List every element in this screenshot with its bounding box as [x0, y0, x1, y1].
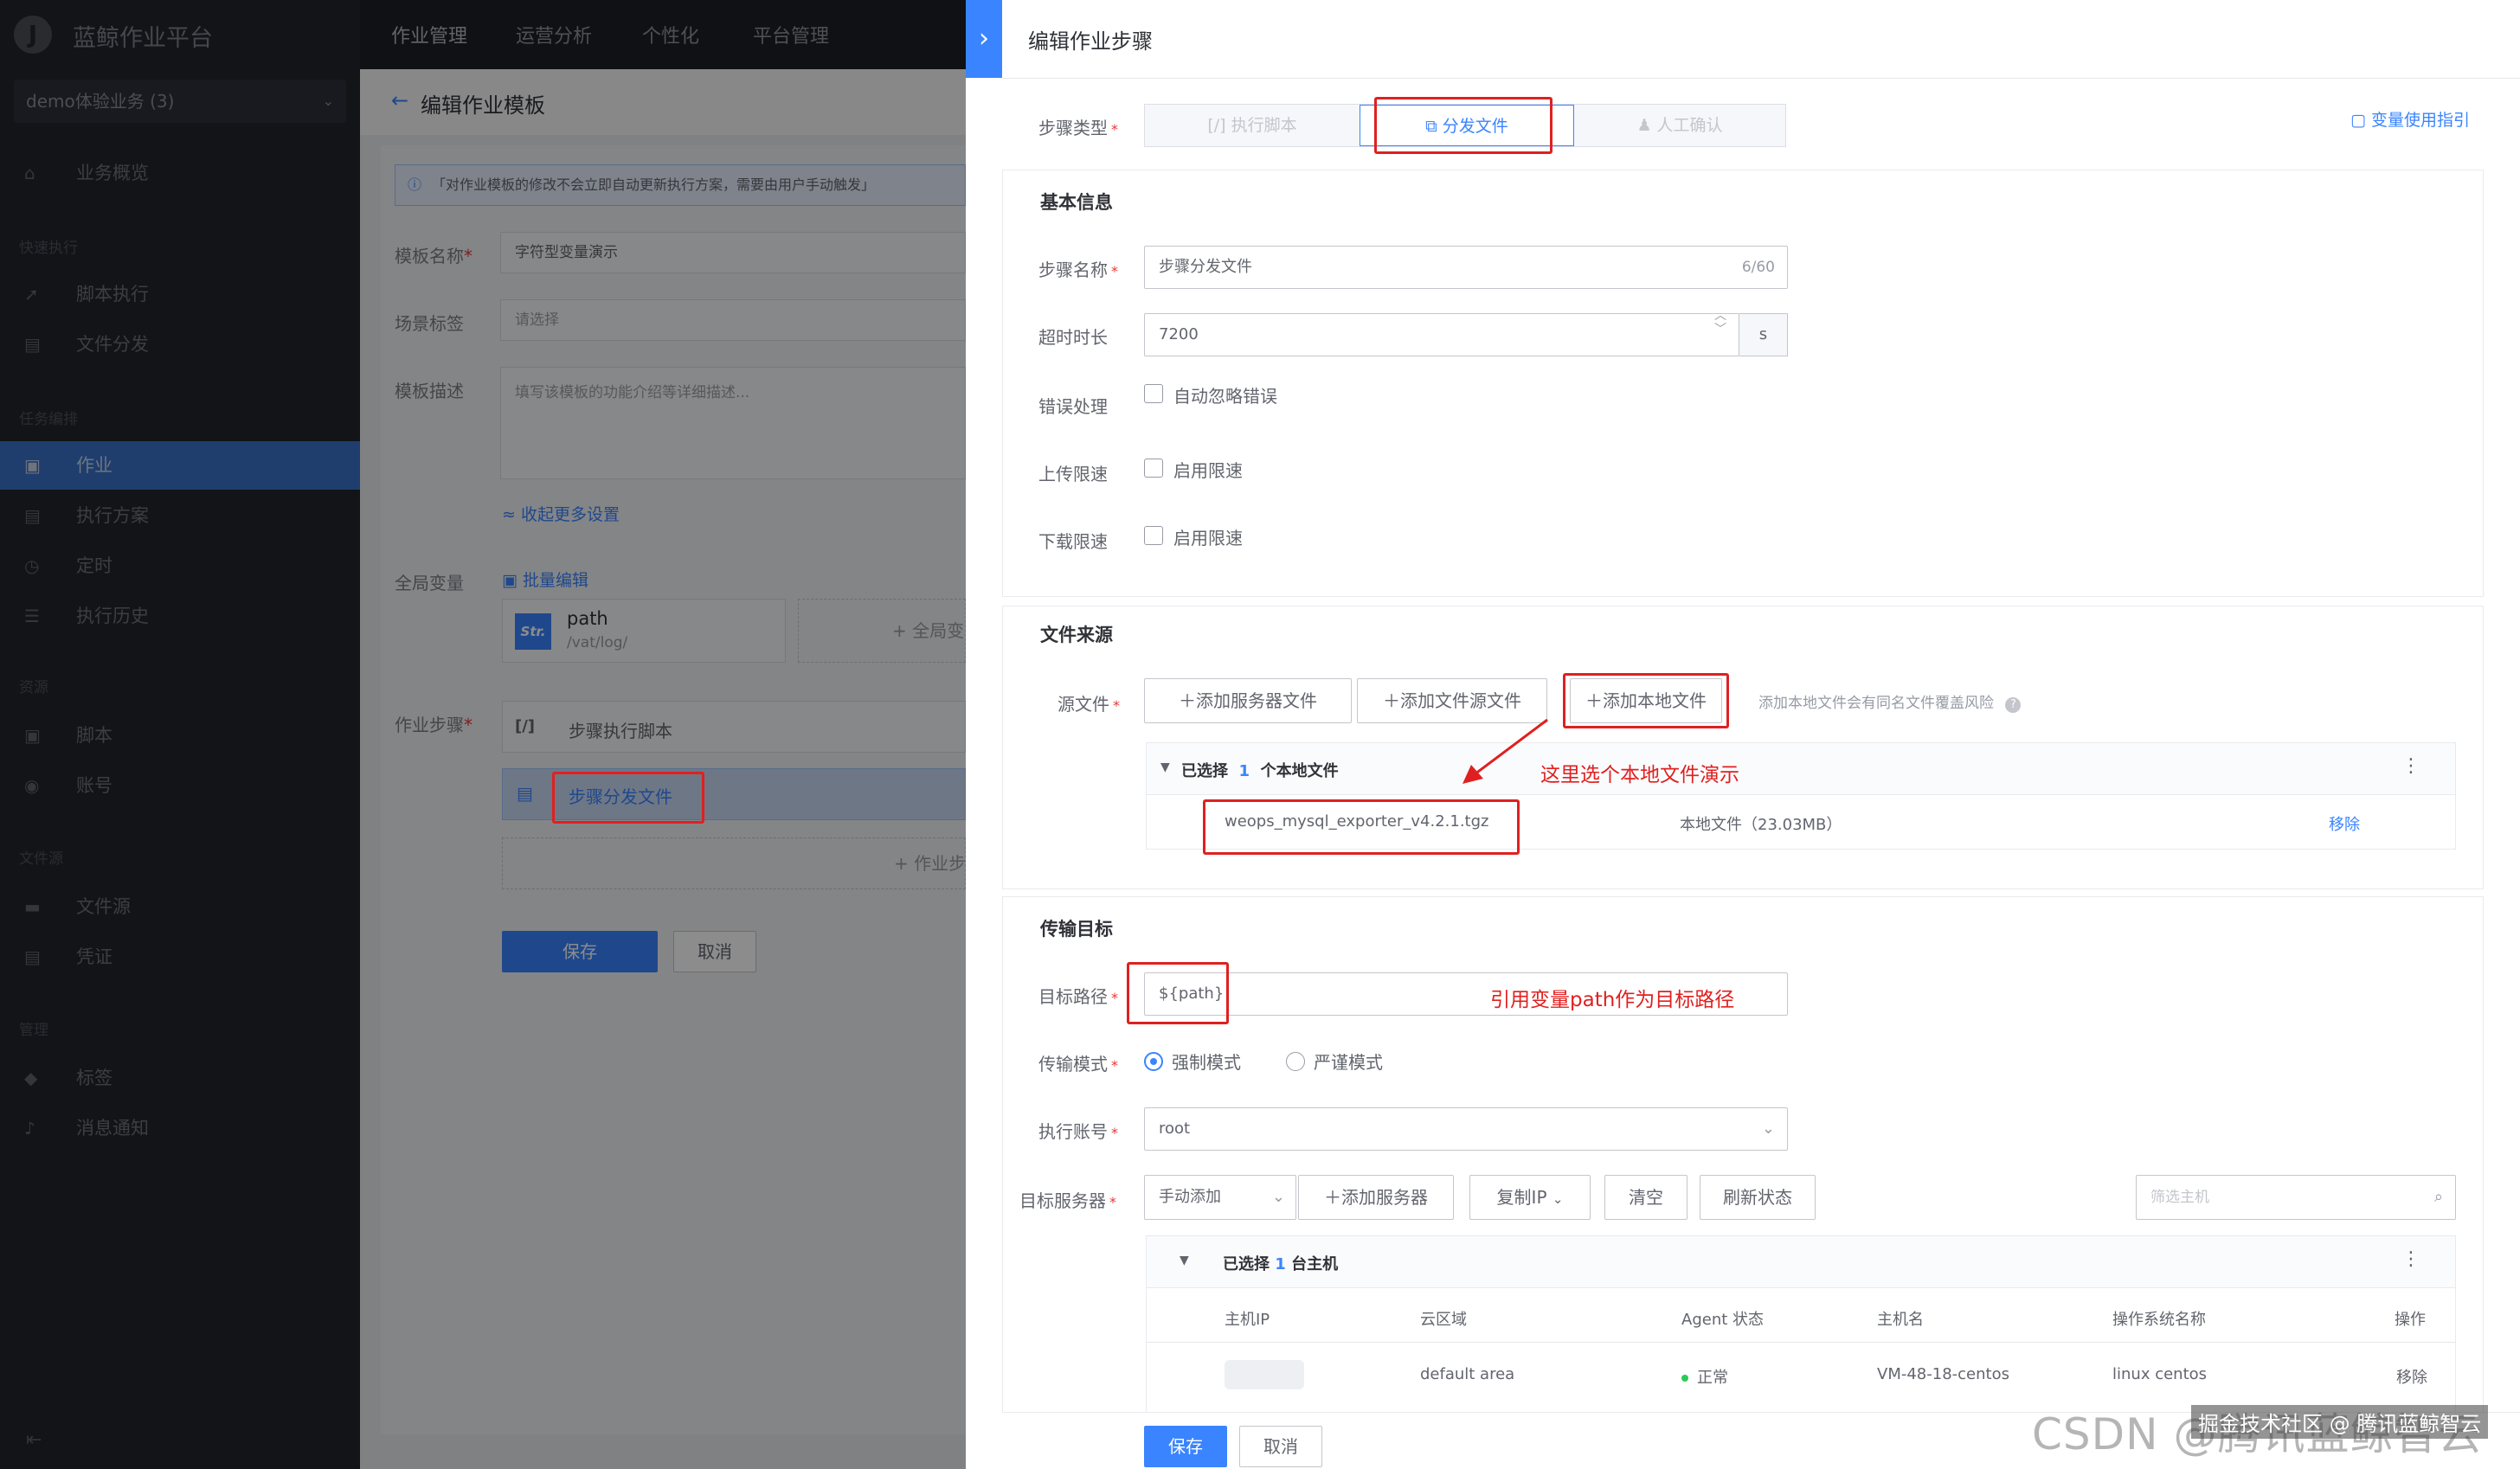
host-selected-summary: 已选择 1 台主机 — [1223, 1255, 1339, 1273]
watermark-secondary: 掘金技术社区 @ 腾讯蓝鲸智云 — [2191, 1405, 2489, 1439]
step-type-label: 步骤类型 * — [1038, 118, 1118, 138]
more-vertical-icon[interactable]: ⋮ — [2401, 1248, 2420, 1270]
mode-force-radio[interactable] — [1144, 1052, 1163, 1071]
host-table: ▼ 已选择 1 台主机 ⋮ 主机IP 云区域 Agent 状态 主机名 操作系统… — [1146, 1235, 2456, 1417]
host-name: VM-48-18-centos — [1877, 1365, 2009, 1383]
timeout-label: 超时时长 — [1038, 327, 1108, 348]
plus-icon: ＋ — [1179, 690, 1196, 711]
selected-summary: 已选择 1 个本地文件 — [1181, 762, 1339, 780]
chevron-right-icon: › — [979, 23, 989, 54]
exec-account-label: 执行账号 * — [1038, 1121, 1118, 1142]
step-cancel-button[interactable]: 取消 — [1239, 1426, 1322, 1467]
char-counter: 6/60 — [1741, 259, 1775, 276]
file-source-title: 文件来源 — [1040, 625, 1113, 645]
timeout-value: 7200 — [1159, 325, 1199, 343]
chevron-down-icon: ⌄ — [1552, 1191, 1564, 1207]
host-os: linux centos — [2112, 1365, 2208, 1383]
copy-ip-button[interactable]: 复制IP ⌄ — [1469, 1175, 1591, 1220]
add-server-file-button[interactable]: ＋添加服务器文件 — [1144, 678, 1352, 723]
remove-file-link[interactable]: 移除 — [2329, 812, 2360, 835]
caret-down-icon: ▼ — [1180, 1254, 1189, 1267]
more-vertical-icon[interactable]: ⋮ — [2401, 755, 2420, 777]
annotation-arrow-1 — [1470, 718, 1548, 779]
manual-add-value: 手动添加 — [1159, 1188, 1221, 1206]
host-table-header[interactable]: ▼ 已选择 1 台主机 ⋮ — [1147, 1236, 2455, 1288]
chevron-down-icon: ⌄ — [1271, 1188, 1285, 1206]
manual-add-select[interactable]: 手动添加 ⌄ — [1144, 1175, 1296, 1220]
col-cloud-area: 云区域 — [1420, 1311, 1467, 1329]
mode-strict-text: 严谨模式 — [1314, 1052, 1383, 1073]
modal-overlay[interactable] — [0, 0, 966, 1469]
upload-limit-checkbox[interactable] — [1144, 459, 1163, 478]
transfer-mode-label: 传输模式 * — [1038, 1054, 1118, 1074]
timeout-input[interactable]: 7200 ︿ ﹀ — [1144, 309, 1739, 356]
mode-force-text: 强制模式 — [1172, 1052, 1241, 1073]
host-ip-blurred — [1225, 1360, 1304, 1389]
step-type-manual[interactable]: ♟ 人工确认 — [1574, 105, 1785, 146]
divider — [1002, 78, 2520, 79]
close-panel-button[interactable]: › — [966, 0, 1002, 78]
annotation-text-2: 引用变量path作为目标路径 — [1490, 989, 1735, 1011]
target-path-label: 目标路径 * — [1038, 986, 1118, 1007]
filter-host-input[interactable]: 筛选主机 ⌕ — [2136, 1175, 2456, 1220]
refresh-status-button[interactable]: 刷新状态 — [1700, 1175, 1816, 1220]
download-limit-text: 启用限速 — [1173, 528, 1243, 548]
stepper-icon[interactable]: ︿ ﹀ — [1714, 309, 1726, 337]
host-cloud: default area — [1420, 1365, 1515, 1383]
upload-limit-label: 上传限速 — [1038, 464, 1108, 484]
plus-icon: ＋ — [1383, 690, 1400, 711]
col-hostname: 主机名 — [1877, 1311, 1924, 1329]
ignore-error-text: 自动忽略错误 — [1173, 386, 1277, 407]
step-name-value: 步骤分发文件 — [1159, 258, 1252, 276]
ignore-error-checkbox[interactable] — [1144, 384, 1163, 403]
plus-icon: ＋ — [1324, 1187, 1341, 1208]
step-name-input[interactable]: 步骤分发文件 6/60 — [1144, 246, 1788, 289]
annotation-box-step-type — [1374, 97, 1552, 154]
col-agent-status: Agent 状态 — [1681, 1311, 1765, 1329]
col-host-ip: 主机IP — [1225, 1311, 1270, 1329]
transfer-target-title: 传输目标 — [1040, 919, 1113, 940]
target-servers-label: 目标服务器 * — [1019, 1190, 1116, 1211]
error-handling-label: 错误处理 — [1038, 396, 1108, 417]
col-action: 操作 — [2395, 1311, 2426, 1329]
exec-account-select[interactable]: root ⌄ — [1144, 1107, 1788, 1151]
panel-title: 编辑作业步骤 — [1028, 29, 1153, 54]
var-guide-link[interactable]: ▢ 变量使用指引 — [2350, 107, 2470, 131]
arrow-head-1 — [1462, 765, 1483, 784]
search-icon: ⌕ — [2433, 1188, 2443, 1206]
book-icon: ▢ — [2350, 111, 2366, 130]
timeout-unit: s — [1739, 313, 1788, 356]
filter-placeholder: 筛选主机 — [2150, 1189, 2209, 1206]
status-dot-icon — [1681, 1375, 1688, 1382]
clear-button[interactable]: 清空 — [1604, 1175, 1688, 1220]
col-os-name: 操作系统名称 — [2112, 1311, 2206, 1329]
add-server-button[interactable]: ＋添加服务器 — [1298, 1175, 1454, 1220]
remove-host-link[interactable]: 移除 — [2396, 1365, 2427, 1388]
annotation-box-step — [552, 772, 704, 824]
user-icon: ♟ — [1636, 116, 1652, 135]
mode-strict-radio[interactable] — [1286, 1052, 1305, 1071]
host-status: 正常 — [1681, 1365, 1728, 1388]
chevron-down-icon: ⌄ — [1761, 1119, 1775, 1138]
basic-info-title: 基本信息 — [1040, 192, 1113, 213]
step-name-label: 步骤名称 * — [1038, 260, 1118, 280]
download-limit-checkbox[interactable] — [1144, 526, 1163, 545]
caret-down-icon: ▼ — [1160, 760, 1170, 774]
source-file-label: 源文件 * — [1058, 694, 1120, 715]
exec-account-value: root — [1159, 1119, 1191, 1138]
annotation-text-1: 这里选个本地文件演示 — [1540, 764, 1739, 786]
upload-limit-text: 启用限速 — [1173, 460, 1243, 481]
table-row: default area 正常 VM-48-18-centos linux ce… — [1147, 1343, 2455, 1403]
step-save-button[interactable]: 保存 — [1144, 1426, 1227, 1467]
download-limit-label: 下载限速 — [1038, 531, 1108, 552]
annotation-box-path — [1127, 962, 1229, 1024]
step-type-script[interactable]: [/] 执行脚本 — [1145, 105, 1360, 146]
